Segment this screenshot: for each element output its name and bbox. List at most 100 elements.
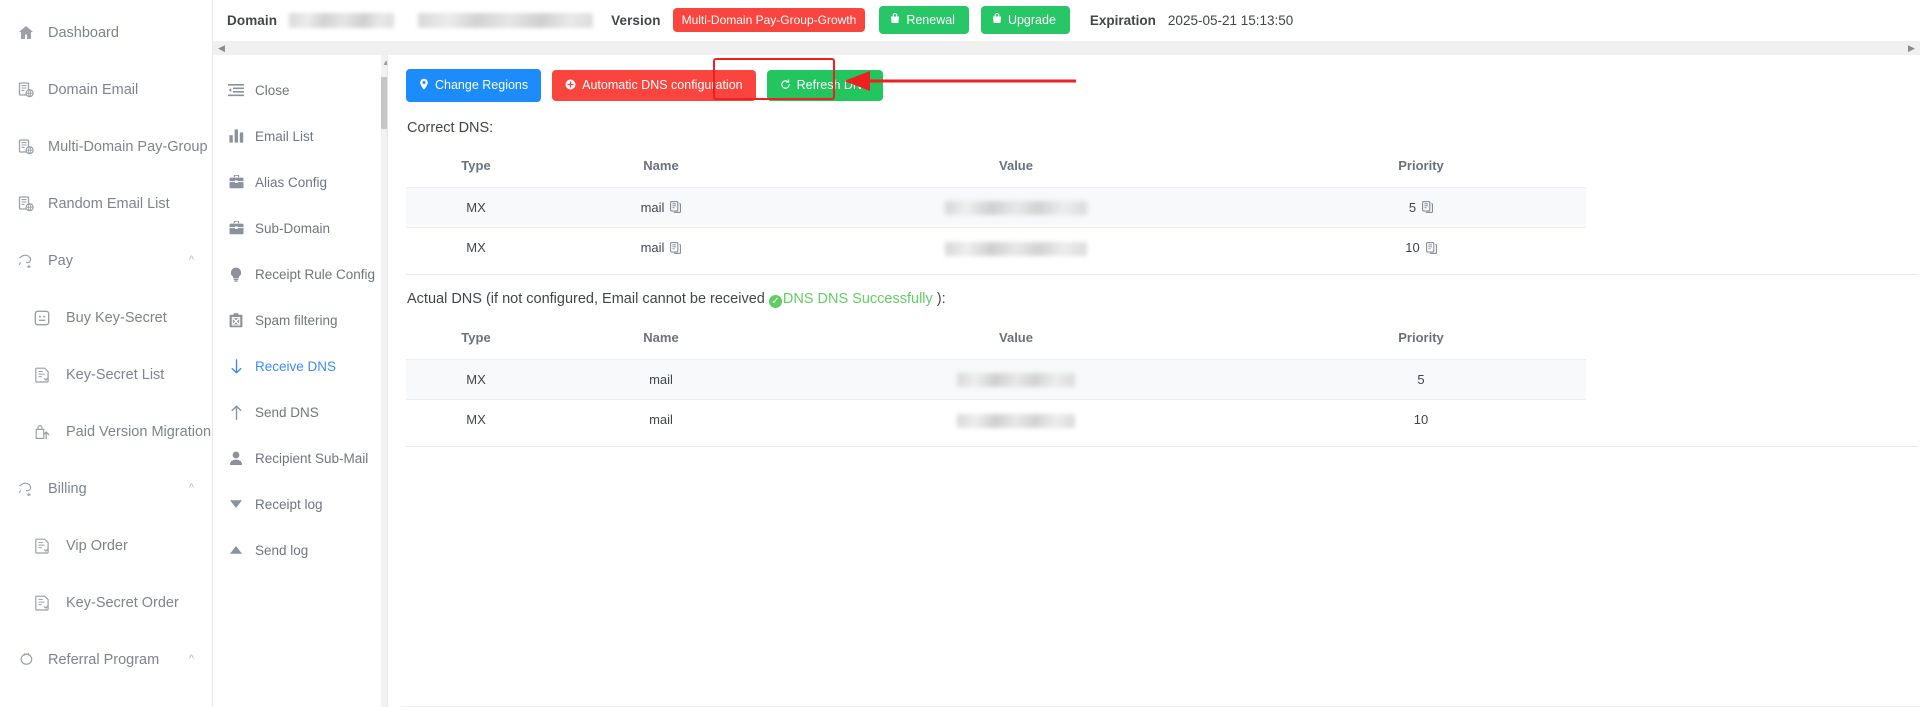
column-header-priority: Priority <box>1398 329 1444 345</box>
cell-value <box>776 227 1256 268</box>
cell-priority: 10 <box>1256 227 1586 268</box>
spam-block-icon <box>227 312 245 328</box>
list-doc-icon <box>32 366 52 384</box>
column-header-name: Name <box>643 157 679 173</box>
column-header-priority: Priority <box>1398 157 1444 173</box>
sidebar-item-random-email-list[interactable]: Random Email List <box>0 175 212 232</box>
sidebar-item-billing[interactable]: Billing ^ <box>0 460 212 517</box>
sidebar-item-vip-order[interactable]: Vip Order <box>0 517 212 574</box>
copy-icon[interactable] <box>670 241 682 254</box>
success-check-icon: ✓ <box>768 294 782 308</box>
table-divider <box>406 445 1918 447</box>
refresh-dns-button[interactable]: Refresh DNS <box>766 69 884 101</box>
gear-plus-icon <box>565 79 576 93</box>
sidebar-item-label: Vip Order <box>66 537 128 554</box>
sidebar-item-key-secret-order[interactable]: Key-Secret Order <box>0 574 212 631</box>
pay-icon <box>16 252 36 270</box>
value-redacted <box>957 373 1075 388</box>
triangle-down-icon <box>227 496 245 512</box>
subnav-item-close[interactable]: Close <box>213 67 387 113</box>
bag-icon <box>992 13 1002 27</box>
upload-lock-icon <box>32 423 52 441</box>
automatic-dns-configuration-button[interactable]: Automatic DNS configuration <box>552 69 756 101</box>
copy-icon[interactable] <box>1425 241 1437 254</box>
chevron-up-icon[interactable]: ^ <box>189 255 194 266</box>
sidebar-item-pay[interactable]: Pay ^ <box>0 232 212 289</box>
chevron-up-icon[interactable]: ^ <box>189 483 194 494</box>
subnav-item-label: Send log <box>255 542 309 558</box>
table-row: MX mail 5 <box>406 358 1586 400</box>
renewal-button[interactable]: Renewal <box>879 6 969 34</box>
domain-email-icon <box>16 195 36 213</box>
app-root: Dashboard Domain Email Multi-Domain Pay-Gr… <box>0 0 1920 707</box>
sidebar-item-label: Buy Key-Secret <box>66 309 167 326</box>
cell-name-text: mail <box>640 240 665 256</box>
scroll-right-arrow-icon[interactable]: ▶ <box>1906 43 1917 54</box>
cell-priority-text: 10 <box>1413 412 1429 428</box>
scroll-left-arrow-icon[interactable]: ◀ <box>216 43 227 54</box>
subnav-item-recipient-sub-mail[interactable]: Recipient Sub-Mail <box>213 435 387 481</box>
copy-icon[interactable] <box>1422 201 1434 214</box>
subnav-item-receipt-log[interactable]: Receipt log <box>213 481 387 527</box>
refresh-dns-label: Refresh DNS <box>796 78 871 92</box>
cell-value <box>776 399 1256 440</box>
briefcase-icon <box>227 174 245 190</box>
cell-name-text: mail <box>640 199 665 215</box>
domain-email-icon <box>16 81 36 99</box>
subnav-item-alias-config[interactable]: Alias Config <box>213 159 387 205</box>
sidebar-item-key-secret-list[interactable]: Key-Secret List <box>0 346 212 403</box>
sidebar-item-label: Billing <box>48 480 87 497</box>
receive-dns-panel: Change Regions Automatic DNS configurati… <box>388 55 1920 707</box>
list-doc-icon <box>32 537 52 555</box>
upgrade-button-label: Upgrade <box>1007 12 1056 27</box>
table-row: MX mail 5 <box>406 186 1586 228</box>
column-header-value: Value <box>999 329 1033 345</box>
cell-type: MX <box>406 227 546 268</box>
change-regions-button[interactable]: Change Regions <box>406 69 542 102</box>
sidebar-item-multi-domain-pay-group[interactable]: Multi-Domain Pay-Group <box>0 118 212 175</box>
correct-dns-table: Type Name Value Priority MX mail 5 MX mail 10 <box>406 148 1586 268</box>
chevron-up-icon[interactable]: ^ <box>189 654 194 665</box>
sidebar-item-buy-key-secret[interactable]: Buy Key-Secret <box>0 289 212 346</box>
subnav-item-send-dns[interactable]: Send DNS <box>213 389 387 435</box>
subnav-item-label: Recipient Sub-Mail <box>255 450 369 466</box>
primary-sidebar: Dashboard Domain Email Multi-Domain Pay-Gr… <box>0 0 213 707</box>
table-row: MX mail 10 <box>406 227 1586 268</box>
actual-dns-title: Actual DNS (if not configured, Email can… <box>407 291 1920 308</box>
arrow-down-icon <box>227 358 245 374</box>
subnav-item-receive-dns[interactable]: Receive DNS <box>213 343 387 389</box>
sidebar-item-dashboard[interactable]: Dashboard <box>0 4 212 61</box>
sidebar-item-domain-email[interactable]: Domain Email <box>0 61 212 118</box>
subnav-item-label: Receipt log <box>255 496 323 512</box>
subnav-item-label: Send DNS <box>255 404 319 420</box>
horizontal-scrollbar[interactable]: ◀ ▶ <box>213 40 1920 55</box>
column-header-type: Type <box>461 329 491 345</box>
subnav-item-receipt-rule-config[interactable]: Receipt Rule Config <box>213 251 387 297</box>
cell-name-text: mail <box>649 412 673 428</box>
sidebar-item-referral-program[interactable]: Referral Program ^ <box>0 631 212 688</box>
cell-name: mail <box>546 358 776 400</box>
subnav-item-spam-filtering[interactable]: Spam filtering <box>213 297 387 343</box>
subnav-item-email-list[interactable]: Email List <box>213 113 387 159</box>
version-badge: Multi-Domain Pay-Group-Growth <box>672 8 866 32</box>
action-button-row: Change Regions Automatic DNS configurati… <box>406 58 1920 102</box>
domain-value-redacted <box>289 12 395 28</box>
bag-icon <box>890 13 900 27</box>
sidebar-item-referral-program[interactable]: Referral Program <box>0 688 212 707</box>
subnav-item-sub-domain[interactable]: Sub-Domain <box>213 205 387 251</box>
subnav-item-send-log[interactable]: Send log <box>213 527 387 573</box>
actual-dns-status-text: DNS DNS Successfully <box>782 290 933 307</box>
cell-name-text: mail <box>649 371 673 387</box>
copy-icon[interactable] <box>670 201 682 214</box>
sidebar-item-label: Domain Email <box>48 81 139 98</box>
correct-dns-body: MX mail 5 MX mail 10 <box>406 186 1586 268</box>
scrollbar-thumb[interactable] <box>381 77 387 129</box>
subnav-item-label: Email List <box>255 128 314 144</box>
upgrade-button[interactable]: Upgrade <box>980 6 1070 34</box>
actual-dns-body: MX mail 5 MX mail 10 <box>406 358 1586 440</box>
subnav-vertical-scrollbar[interactable]: ▲ <box>381 55 387 707</box>
cell-priority: 10 <box>1256 399 1586 440</box>
table-header-row: Type Name Value Priority <box>406 148 1586 188</box>
sidebar-item-paid-version-migration[interactable]: Paid Version Migration <box>0 403 212 460</box>
value-redacted <box>945 241 1087 256</box>
